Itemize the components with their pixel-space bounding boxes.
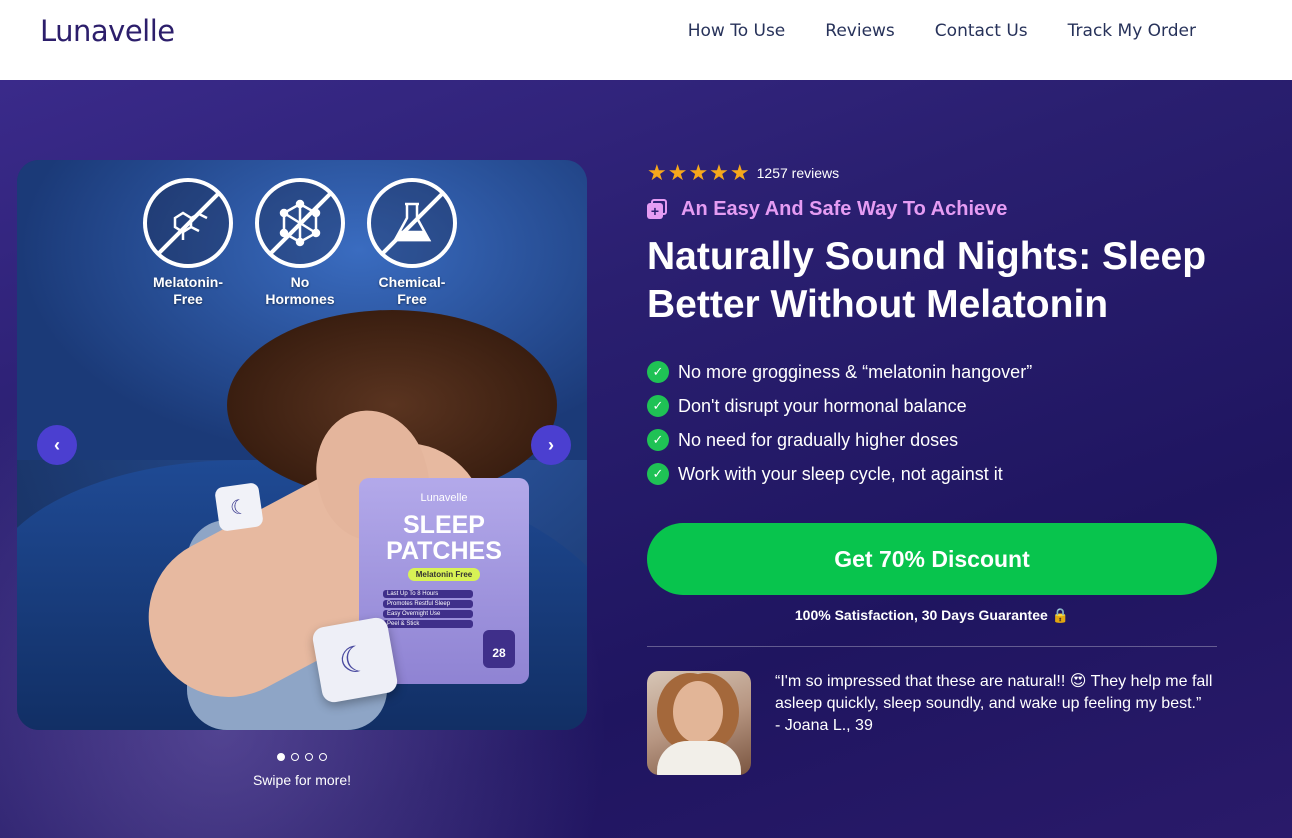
customer-photo [647,671,751,775]
check-circle-icon: ✓ [647,429,669,451]
check-circle-icon: ✓ [647,361,669,383]
benefit-item: ✓ No more grogginess & “melatonin hangov… [647,355,1217,389]
testimonial-quote: “I'm so impressed that these are natural… [775,671,1215,775]
logo-text: Lunavelle [40,14,175,48]
rating-row: ★★★★★ 1257 reviews [647,162,1217,184]
benefit-item: ✓ No need for gradually higher doses [647,423,1217,457]
badge-label: No Hormones [265,274,335,307]
hero-kicker: + An Easy And Safe Way To Achieve [647,198,1217,221]
carousel-dot[interactable] [319,753,327,761]
main-nav: How To Use Reviews Contact Us Track My O… [688,21,1196,41]
hero-content: ★★★★★ 1257 reviews + An Easy And Safe Wa… [647,160,1217,775]
nav-how-to-use[interactable]: How To Use [688,21,786,41]
badge-no-hormones: No Hormones [255,178,345,308]
badge-label: Melatonin- Free [153,274,223,307]
benefit-text: Work with your sleep cycle, not against … [678,463,1003,484]
pouch-title: SLEEP PATCHES [359,512,529,564]
swipe-hint: Swipe for more! [252,772,352,788]
testimonial: “I'm so impressed that these are natural… [647,671,1217,775]
carousel-next-button[interactable]: › [531,425,571,465]
chevron-right-icon: › [548,434,554,455]
pouch-feature: Easy Overnight Use [383,610,473,618]
nav-track-my-order[interactable]: Track My Order [1068,21,1196,41]
quote-author: - Joana L., 39 [775,717,873,734]
benefit-text: Don't disrupt your hormonal balance [678,395,967,416]
carousel-prev-button[interactable]: ‹ [37,425,77,465]
pouch-features: Last Up To 8 Hours Promotes Restful Slee… [383,590,529,628]
hero-section: ☾ Lunavelle SLEEP PATCHES Melatonin Free… [0,80,1292,838]
nav-contact-us[interactable]: Contact Us [935,21,1028,41]
carousel-dot[interactable] [305,753,313,761]
pouch-count: 28 [483,630,515,668]
get-discount-button[interactable]: Get 70% Discount [647,523,1217,595]
carousel-pagination [277,753,327,761]
nav-reviews[interactable]: Reviews [825,21,895,41]
site-header: Lunavelle How To Use Reviews Contact Us … [0,0,1292,80]
quote-text: “I'm so impressed that these are natural… [775,673,1213,712]
pouch-title-line2: PATCHES [386,537,502,565]
badge-row: Melatonin- Free No Hormones Chemical- Fr… [143,178,457,308]
molecule-icon [143,178,233,268]
guarantee-text: 100% Satisfaction, 30 Days Guarantee 🔒 [794,607,1070,623]
hexagon-network-icon [255,178,345,268]
pouch-title-line1: SLEEP [403,511,485,539]
benefit-item: ✓ Work with your sleep cycle, not agains… [647,457,1217,491]
kicker-text: An Easy And Safe Way To Achieve [681,198,1008,220]
patch-on-arm-icon: ☾ [214,482,264,532]
review-count[interactable]: 1257 reviews [757,165,840,181]
pouch-tag: Melatonin Free [407,568,481,581]
flask-icon [367,178,457,268]
benefit-list: ✓ No more grogginess & “melatonin hangov… [647,355,1217,491]
check-circle-icon: ✓ [647,463,669,485]
badge-melatonin-free: Melatonin- Free [143,178,233,308]
badge-chemical-free: Chemical- Free [367,178,457,308]
brand-logo[interactable]: Lunavelle [40,14,175,48]
carousel-dot[interactable] [277,753,285,761]
benefit-text: No need for gradually higher doses [678,429,959,450]
benefit-text: No more grogginess & “melatonin hangover… [678,361,1033,382]
divider [647,646,1217,647]
pouch-brand: Lunavelle [420,492,468,504]
pouch-feature: Last Up To 8 Hours [383,590,473,598]
chevron-left-icon: ‹ [54,434,60,455]
star-rating-icon: ★★★★★ [647,160,751,185]
carousel-dot[interactable] [291,753,299,761]
copy-plus-icon: + [647,198,669,221]
benefit-item: ✓ Don't disrupt your hormonal balance [647,389,1217,423]
pouch-feature: Peel & Stick [383,620,473,628]
sleep-patch-moon-icon: ☾ [310,615,400,705]
product-image-carousel[interactable]: ☾ Lunavelle SLEEP PATCHES Melatonin Free… [17,160,587,730]
badge-label: Chemical- Free [378,274,446,307]
check-circle-icon: ✓ [647,395,669,417]
hero-headline: Naturally Sound Nights: Sleep Better Wit… [647,235,1207,326]
pouch-feature: Promotes Restful Sleep [383,600,473,608]
